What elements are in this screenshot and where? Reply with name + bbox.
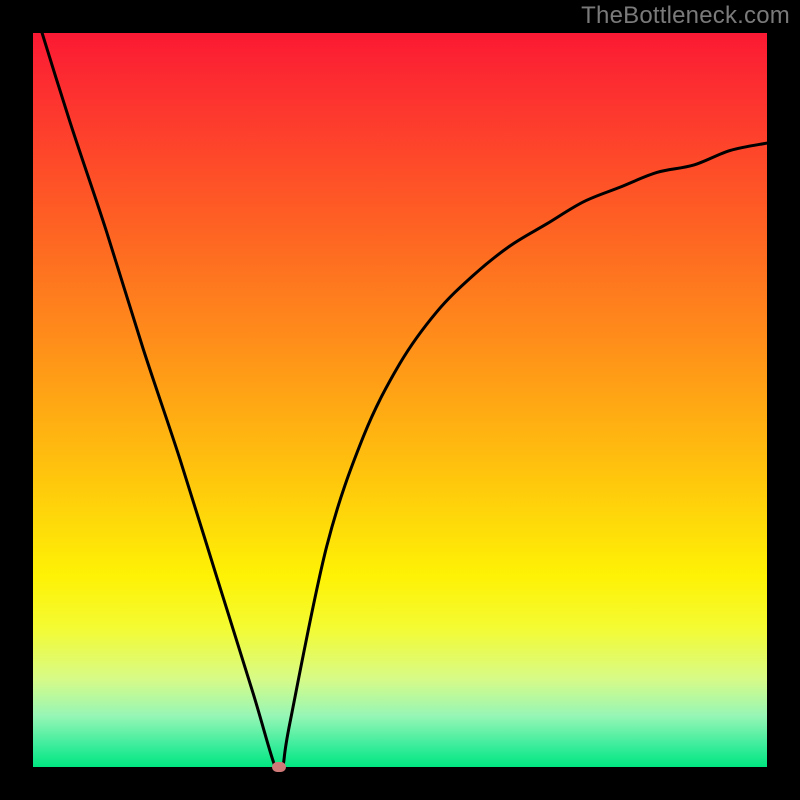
- optimum-marker: [272, 762, 286, 772]
- chart-frame: TheBottleneck.com: [0, 0, 800, 800]
- bottleneck-curve: [33, 33, 767, 767]
- watermark-text: TheBottleneck.com: [581, 2, 790, 30]
- plot-area: [33, 33, 767, 767]
